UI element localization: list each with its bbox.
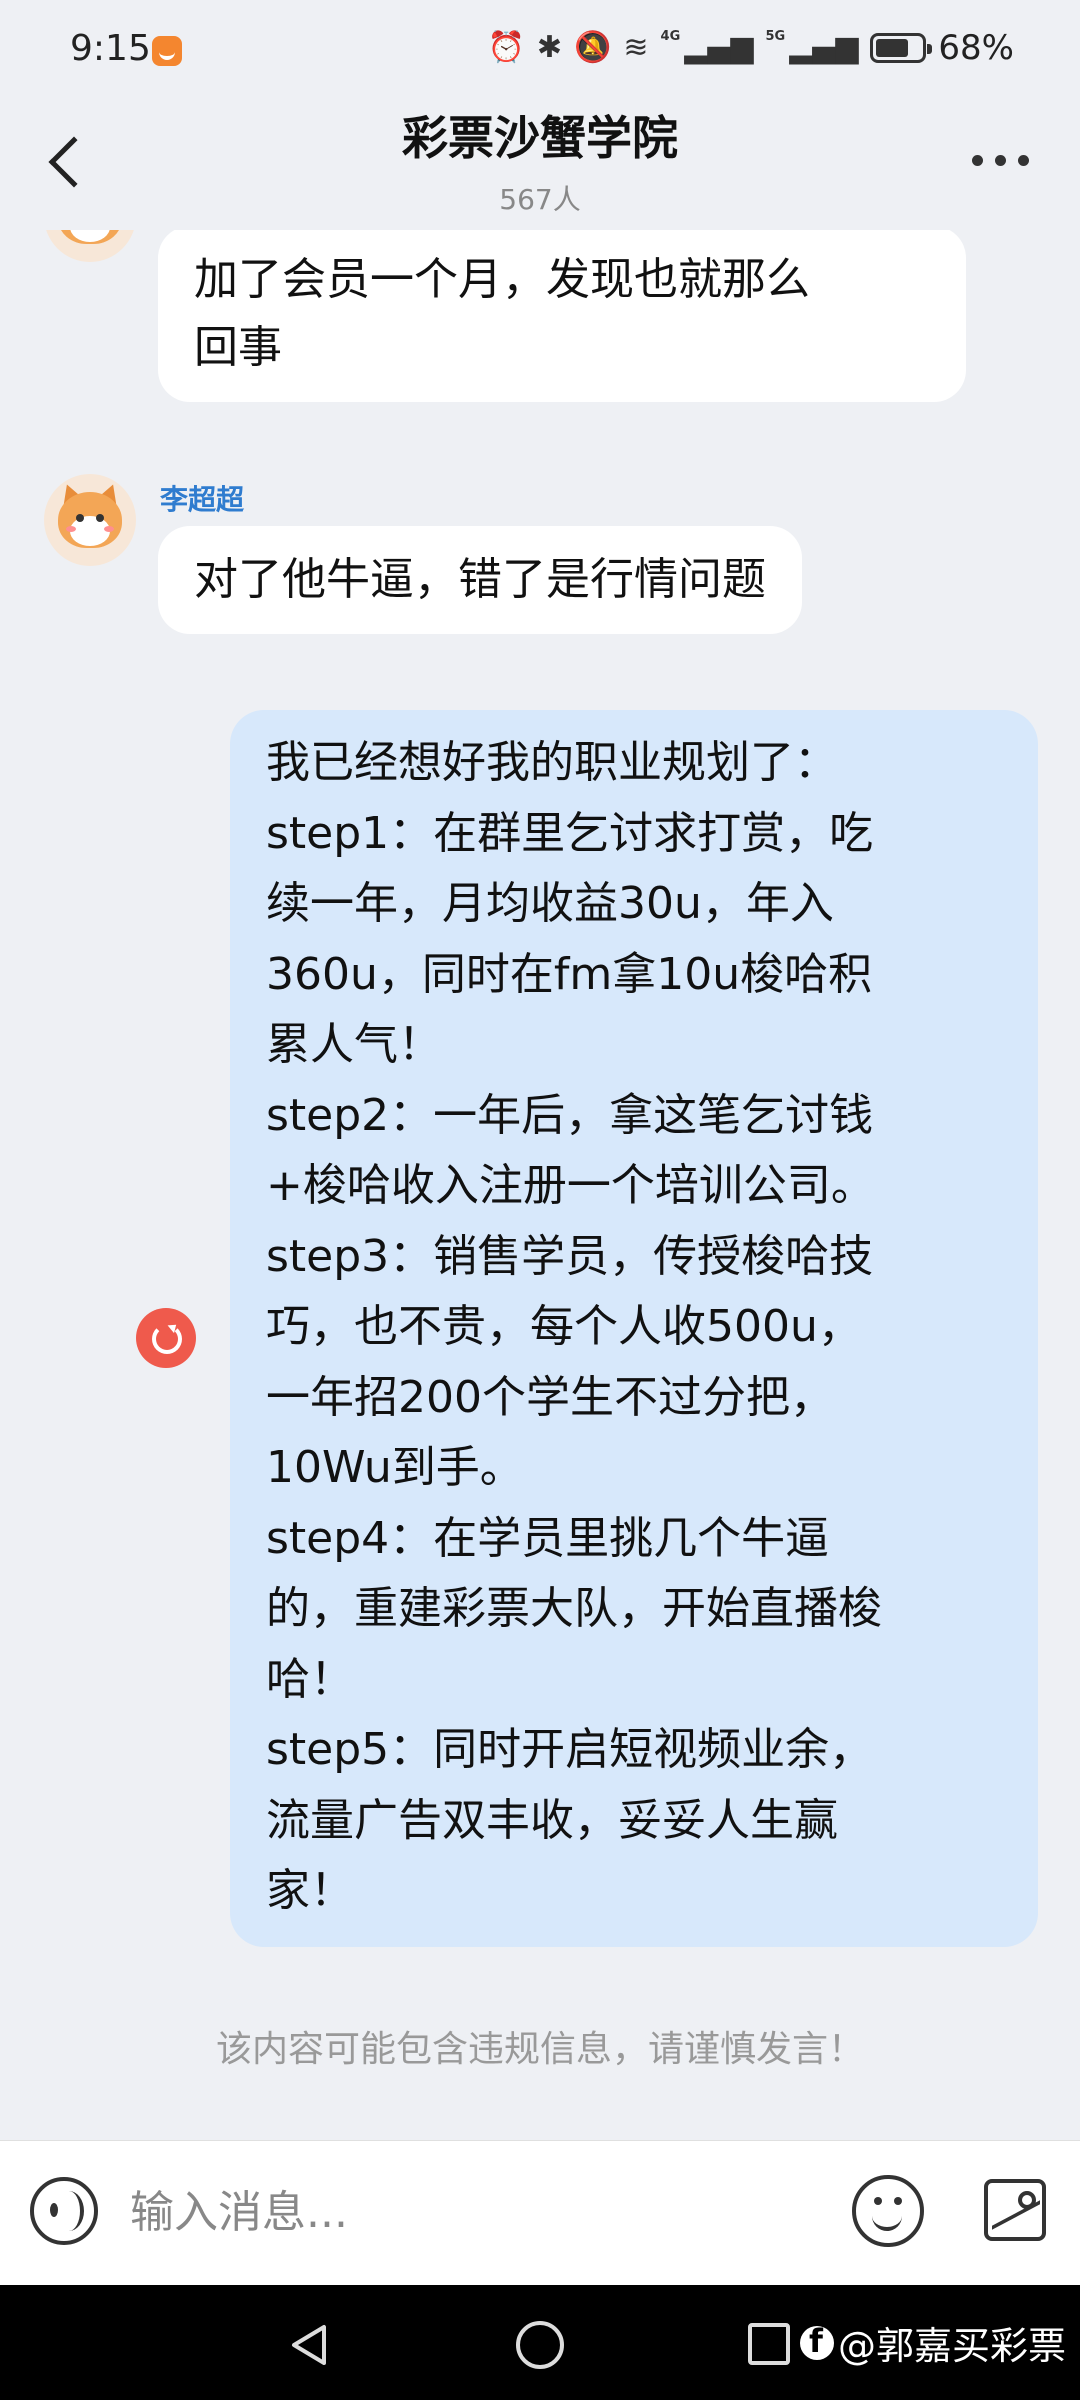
signal-icon: ▂▄▆ — [684, 30, 754, 65]
message-input[interactable]: 输入消息... — [130, 2171, 830, 2255]
sender-name[interactable]: 李超超 — [160, 478, 244, 518]
watermark-logo-icon — [800, 2322, 834, 2360]
chat-header: 彩票沙蟹学院 567人 — [0, 100, 1080, 230]
watermark: @郭嘉买彩票 — [800, 2315, 1066, 2370]
more-button[interactable] — [960, 140, 1040, 180]
status-time: 9:15 — [70, 28, 151, 69]
network-type-label-2: 5G — [765, 28, 786, 44]
more-icon-dot — [1017, 154, 1029, 166]
avatar[interactable] — [44, 474, 136, 566]
mute-icon: 🔕 — [574, 30, 612, 65]
system-nav-bar: @郭嘉买彩票 — [0, 2285, 1080, 2400]
watermark-text: @郭嘉买彩票 — [838, 2324, 1067, 2368]
emoji-icon[interactable] — [852, 2175, 924, 2247]
content-warning: 该内容可能包含违规信息，请谨慎发言！ — [215, 2029, 864, 2070]
alarm-icon: ⏰ — [487, 30, 525, 65]
chat-screen: 9:15 ⏰ ✱ 🔕 ≋ 4G ▂▄▆ 5G ▂▄▆ 68% 彩票沙蟹学院 56… — [0, 0, 1080, 2400]
message-list[interactable]: 加了会员一个月，发现也就那么 回事 李超超 对了他牛逼，错了是行情问题 我已经想… — [0, 230, 1080, 2140]
nav-recent-icon[interactable] — [748, 2323, 790, 2365]
voice-icon[interactable] — [30, 2177, 98, 2245]
member-count[interactable]: 567人 — [0, 178, 1080, 218]
battery-percent: 68% — [938, 28, 1014, 68]
more-icon-dot — [994, 154, 1006, 166]
resend-icon[interactable] — [136, 1308, 196, 1368]
status-bar: 9:15 ⏰ ✱ 🔕 ≋ 4G ▂▄▆ 5G ▂▄▆ 68% — [0, 0, 1080, 100]
network-type-label: 4G — [660, 28, 681, 44]
nav-back-icon[interactable] — [286, 2321, 334, 2369]
group-title: 彩票沙蟹学院 — [402, 111, 678, 165]
input-bar: 输入消息... — [0, 2140, 1080, 2285]
avatar[interactable] — [44, 230, 136, 262]
signal-icon-2: ▂▄▆ — [789, 30, 859, 65]
nav-home-icon[interactable] — [516, 2321, 564, 2369]
message-bubble-incoming[interactable]: 加了会员一个月，发现也就那么 回事 — [158, 230, 966, 402]
wifi-icon: ≋ — [623, 30, 649, 65]
status-icons: ⏰ ✱ 🔕 ≋ 4G ▂▄▆ 5G ▂▄▆ 68% — [488, 28, 1014, 68]
more-icon — [971, 154, 983, 166]
bluetooth-icon: ✱ — [536, 30, 563, 65]
message-bubble-incoming[interactable]: 对了他牛逼，错了是行情问题 — [158, 526, 802, 634]
message-bubble-outgoing[interactable]: 我已经想好我的职业规划了： step1：在群里乞讨求打赏，吃 续一年，月均收益3… — [230, 710, 1038, 1947]
image-icon[interactable] — [984, 2179, 1046, 2241]
app-notification-icon — [152, 36, 182, 66]
battery-icon — [870, 33, 933, 63]
